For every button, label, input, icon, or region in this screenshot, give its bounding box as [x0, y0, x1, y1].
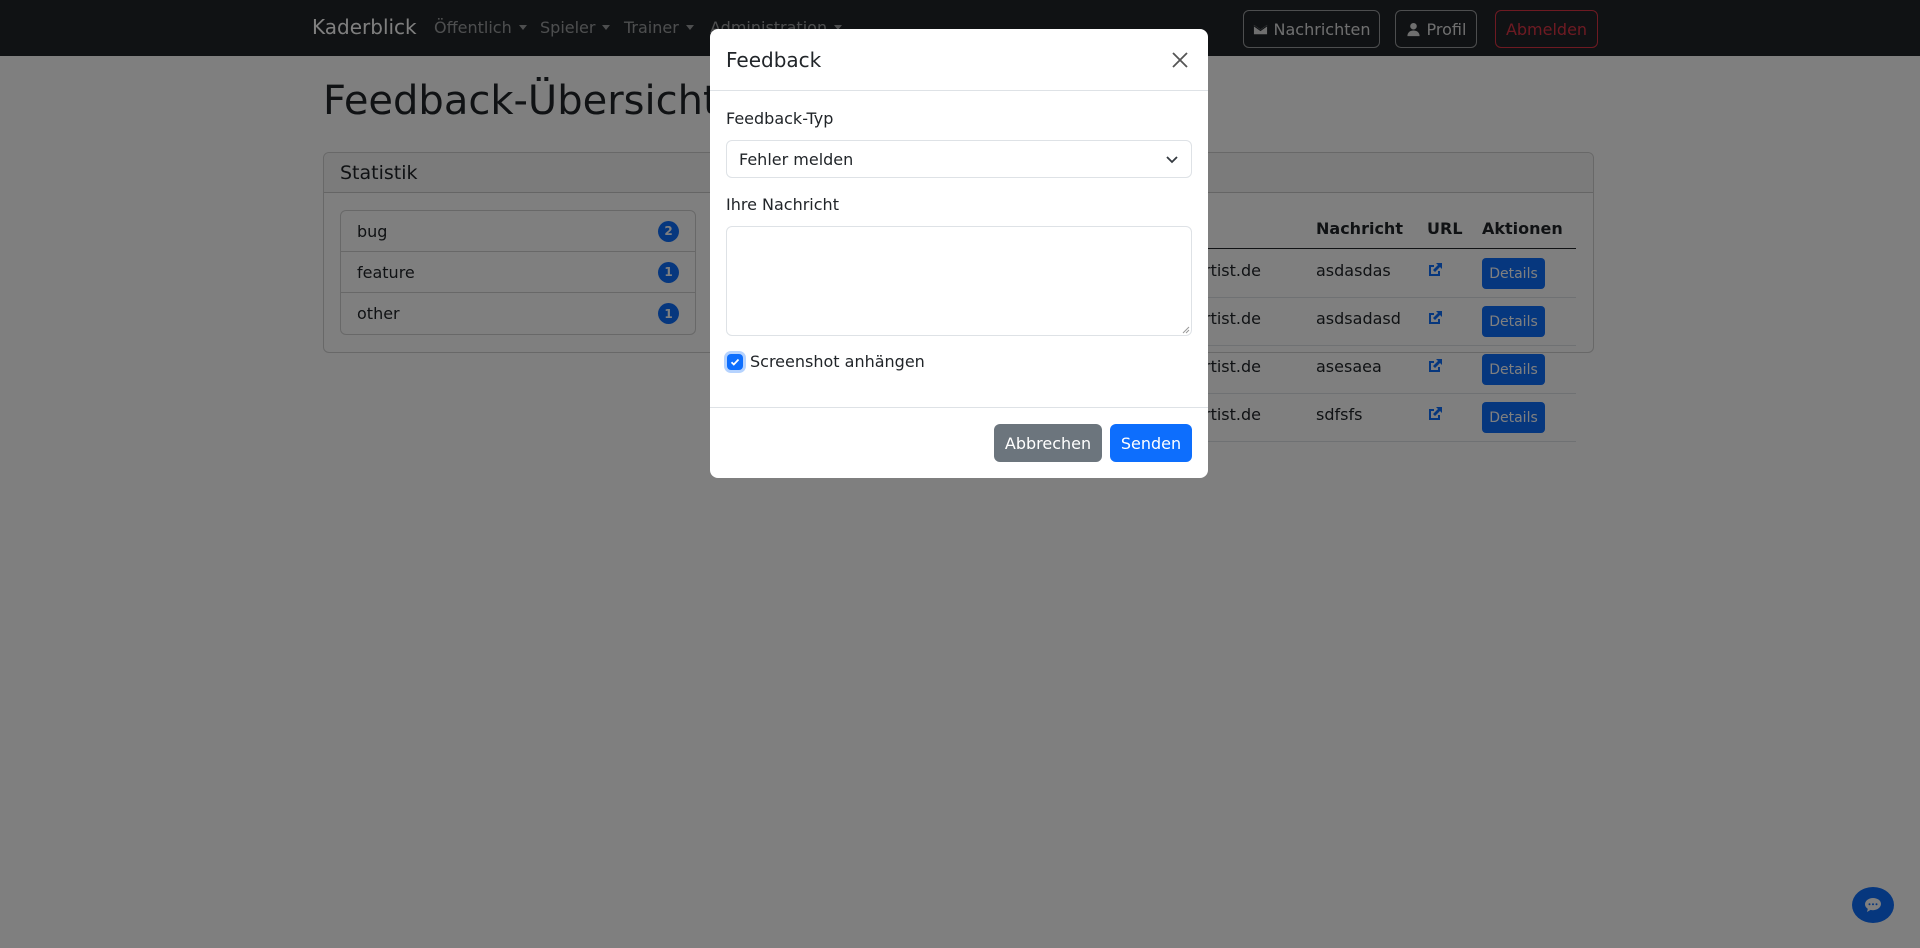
checkmark-icon: [730, 358, 740, 366]
message-textarea[interactable]: [726, 226, 1192, 336]
chevron-down-icon: [1166, 156, 1178, 164]
feedback-type-label: Feedback-Typ: [726, 109, 834, 128]
screenshot-checkbox[interactable]: [727, 354, 743, 370]
feedback-type-select[interactable]: Fehler melden: [726, 140, 1192, 178]
screenshot-checkbox-label[interactable]: Screenshot anhängen: [750, 352, 925, 371]
modal-footer: Abbrechen Senden: [710, 407, 1208, 478]
modal-body: Feedback-Typ Fehler melden Ihre Nachrich…: [710, 91, 1208, 408]
modal-title: Feedback: [726, 47, 822, 72]
resize-handle-icon[interactable]: [1182, 326, 1190, 334]
feedback-modal: Feedback Feedback-Typ Fehler melden Ihre…: [710, 29, 1208, 478]
cancel-button[interactable]: Abbrechen: [994, 424, 1102, 462]
close-icon: [1172, 51, 1188, 68]
close-button[interactable]: [1168, 48, 1192, 72]
submit-button[interactable]: Senden: [1110, 424, 1192, 462]
modal-header: Feedback: [710, 29, 1208, 91]
feedback-type-value: Fehler melden: [739, 149, 854, 169]
message-label: Ihre Nachricht: [726, 195, 839, 214]
